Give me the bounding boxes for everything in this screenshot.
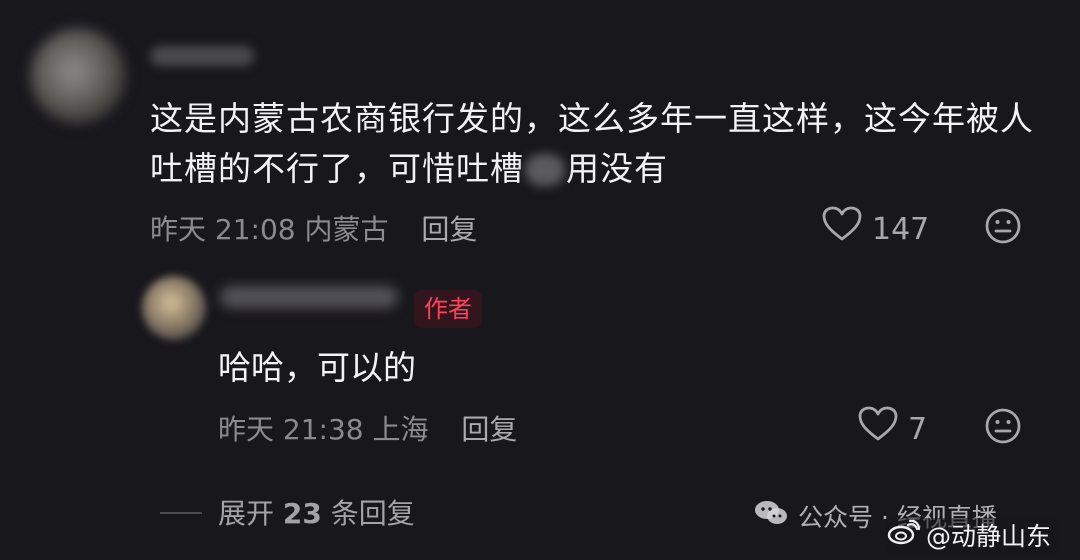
heart-icon (822, 206, 862, 253)
reply-text: 哈哈，可以的 (218, 348, 416, 387)
weibo-watermark: @动静山东 (886, 518, 1060, 555)
expand-suffix: 条回复 (321, 497, 415, 530)
blurred-username (150, 46, 254, 66)
expand-replies-divider (160, 512, 202, 514)
comment-meta: 昨天 21:08 内蒙古 回复 (150, 210, 477, 250)
reply-time: 昨天 21:38 (218, 413, 364, 446)
reply-to-reply-button[interactable]: 回复 (461, 413, 517, 446)
expand-prefix: 展开 (218, 497, 283, 530)
reply-like-button[interactable]: 7 (858, 406, 927, 453)
comment-time: 昨天 21:08 (150, 213, 296, 246)
comment-like-button[interactable]: 147 (822, 206, 929, 253)
expand-replies-button[interactable]: 展开 23 条回复 (218, 494, 415, 534)
wechat-icon (752, 498, 790, 537)
emoji-button[interactable] (984, 207, 1022, 245)
heart-icon (858, 406, 898, 453)
comment-location: 内蒙古 (304, 213, 389, 246)
blurred-author-name (220, 286, 398, 308)
emoji-icon (985, 408, 1021, 444)
weibo-watermark-text: @动静山东 (926, 521, 1052, 551)
weibo-icon (886, 518, 921, 555)
avatar[interactable] (30, 28, 126, 124)
reply-meta: 昨天 21:38 上海 回复 (218, 410, 517, 450)
author-badge: 作者 (414, 290, 482, 328)
reply-like-count: 7 (908, 411, 928, 447)
emoji-icon (985, 208, 1021, 244)
blurred-text (525, 154, 565, 186)
reply-emoji-button[interactable] (984, 407, 1022, 445)
like-count: 147 (872, 211, 930, 247)
author-avatar[interactable] (142, 276, 206, 340)
reply-location: 上海 (372, 413, 429, 446)
comment-screen: 这是内蒙古农商银行发的，这么多年一直这样，这今年被人吐槽的不行了，可惜吐槽 用没有… (0, 0, 1080, 560)
reply-button[interactable]: 回复 (421, 213, 477, 246)
comment-text: 这是内蒙古农商银行发的，这么多年一直这样，这今年被人吐槽的不行了，可惜吐槽 用没有 (150, 94, 1050, 194)
comment-text-part-2: 用没有 (566, 149, 668, 188)
reply-count: 23 (282, 497, 322, 530)
